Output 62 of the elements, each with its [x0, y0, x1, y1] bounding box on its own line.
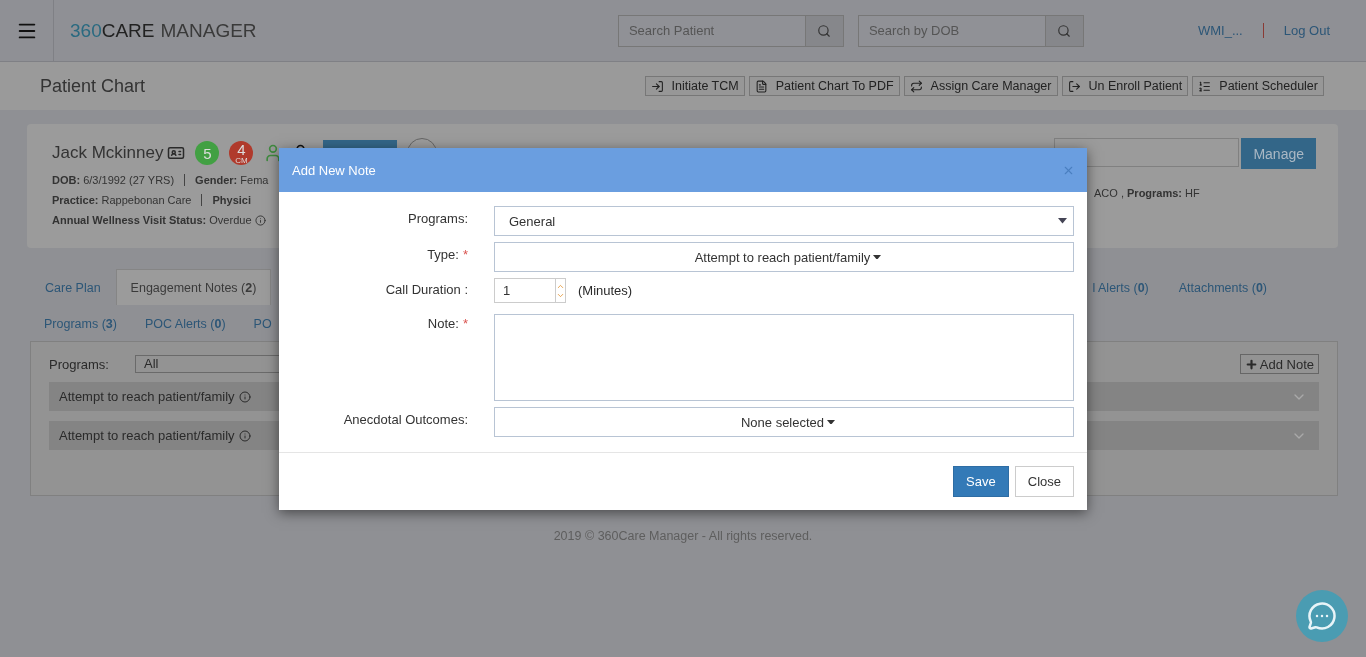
caret-icon: [827, 419, 836, 425]
info-text: Gender: Fema: [195, 174, 269, 186]
tab[interactable]: Care Plan: [30, 269, 116, 305]
action-button[interactable]: Assign Care Manager: [903, 76, 1058, 96]
programs-select[interactable]: General: [494, 206, 1074, 236]
field-label: Anecdotal Outcomes:: [342, 411, 468, 429]
dropdown-button[interactable]: None selected: [494, 407, 1074, 437]
field-label: Note: *: [426, 315, 468, 333]
required-mark: *: [462, 247, 468, 262]
list-icon: [1198, 79, 1212, 93]
search-icon[interactable]: [1045, 14, 1084, 47]
filter-label: Programs:: [49, 356, 109, 372]
close-button[interactable]: Close: [1014, 466, 1074, 497]
logout-link[interactable]: Log Out: [1283, 23, 1330, 38]
action-button[interactable]: Patient Scheduler: [1192, 76, 1324, 96]
search-field[interactable]: Search Patient: [617, 14, 806, 47]
field-label: Call Duration :: [384, 281, 468, 299]
sign-in-icon: [650, 79, 664, 93]
info-icon[interactable]: [254, 214, 266, 226]
info-icon[interactable]: [238, 429, 251, 442]
save-button[interactable]: Save: [953, 466, 1009, 497]
patient-name: Jack Mckinney: [52, 143, 164, 163]
caret-icon: [1058, 218, 1067, 224]
caret-icon: [873, 254, 882, 260]
count-badge: 5: [195, 141, 220, 165]
note-title: Attempt to reach patient/family: [59, 428, 235, 443]
tab[interactable]: Engagement Notes (2): [115, 269, 272, 305]
document-icon: [754, 79, 768, 93]
spinner-icon[interactable]: [555, 279, 565, 302]
count-badge: 4 CM: [229, 141, 254, 165]
user-link[interactable]: WMI_...: [1197, 23, 1264, 38]
info-text: Physici: [212, 194, 251, 206]
action-button[interactable]: Patient Chart To PDF: [748, 76, 900, 96]
unit-label: (Minutes): [578, 283, 633, 298]
brand-logo: 360CARE MANAGER: [70, 19, 257, 42]
duration-input[interactable]: 1: [494, 278, 566, 303]
tab[interactable]: Attachments (0): [1163, 269, 1282, 305]
info-text: ACO , Programs: HF: [1094, 187, 1201, 199]
field-label: Programs:: [407, 210, 468, 228]
repeat-icon: [909, 79, 923, 93]
info-text: DOB: 6/3/1992 (27 YRS): [52, 174, 175, 186]
field-label: Type: *: [426, 246, 468, 264]
info-icon[interactable]: [238, 390, 251, 403]
info-text: Annual Wellness Visit Status: Overdue: [52, 214, 252, 226]
sign-out-icon: [1067, 79, 1081, 93]
tab[interactable]: POC Alerts (0): [130, 305, 240, 341]
action-button[interactable]: Un Enroll Patient: [1061, 76, 1189, 96]
plus-icon: [1244, 357, 1258, 371]
info-text: Practice: Rappebonan Care: [52, 194, 192, 206]
search-field[interactable]: Search by DOB: [857, 14, 1046, 47]
add-note-button[interactable]: Add Note: [1239, 354, 1319, 374]
action-button[interactable]: Initiate TCM: [644, 76, 745, 96]
tab[interactable]: Programs (3): [30, 305, 131, 341]
dropdown-button[interactable]: Attempt to reach patient/family: [494, 242, 1074, 272]
note-textarea[interactable]: [494, 314, 1074, 401]
required-mark: *: [462, 316, 468, 331]
id-card-icon: [167, 144, 186, 162]
dialog-title: Add New Note: [292, 162, 376, 178]
note-title: Attempt to reach patient/family: [59, 389, 235, 404]
page-title: Patient Chart: [40, 75, 146, 97]
search-icon[interactable]: [805, 14, 844, 47]
manage-button[interactable]: Manage: [1241, 138, 1316, 169]
